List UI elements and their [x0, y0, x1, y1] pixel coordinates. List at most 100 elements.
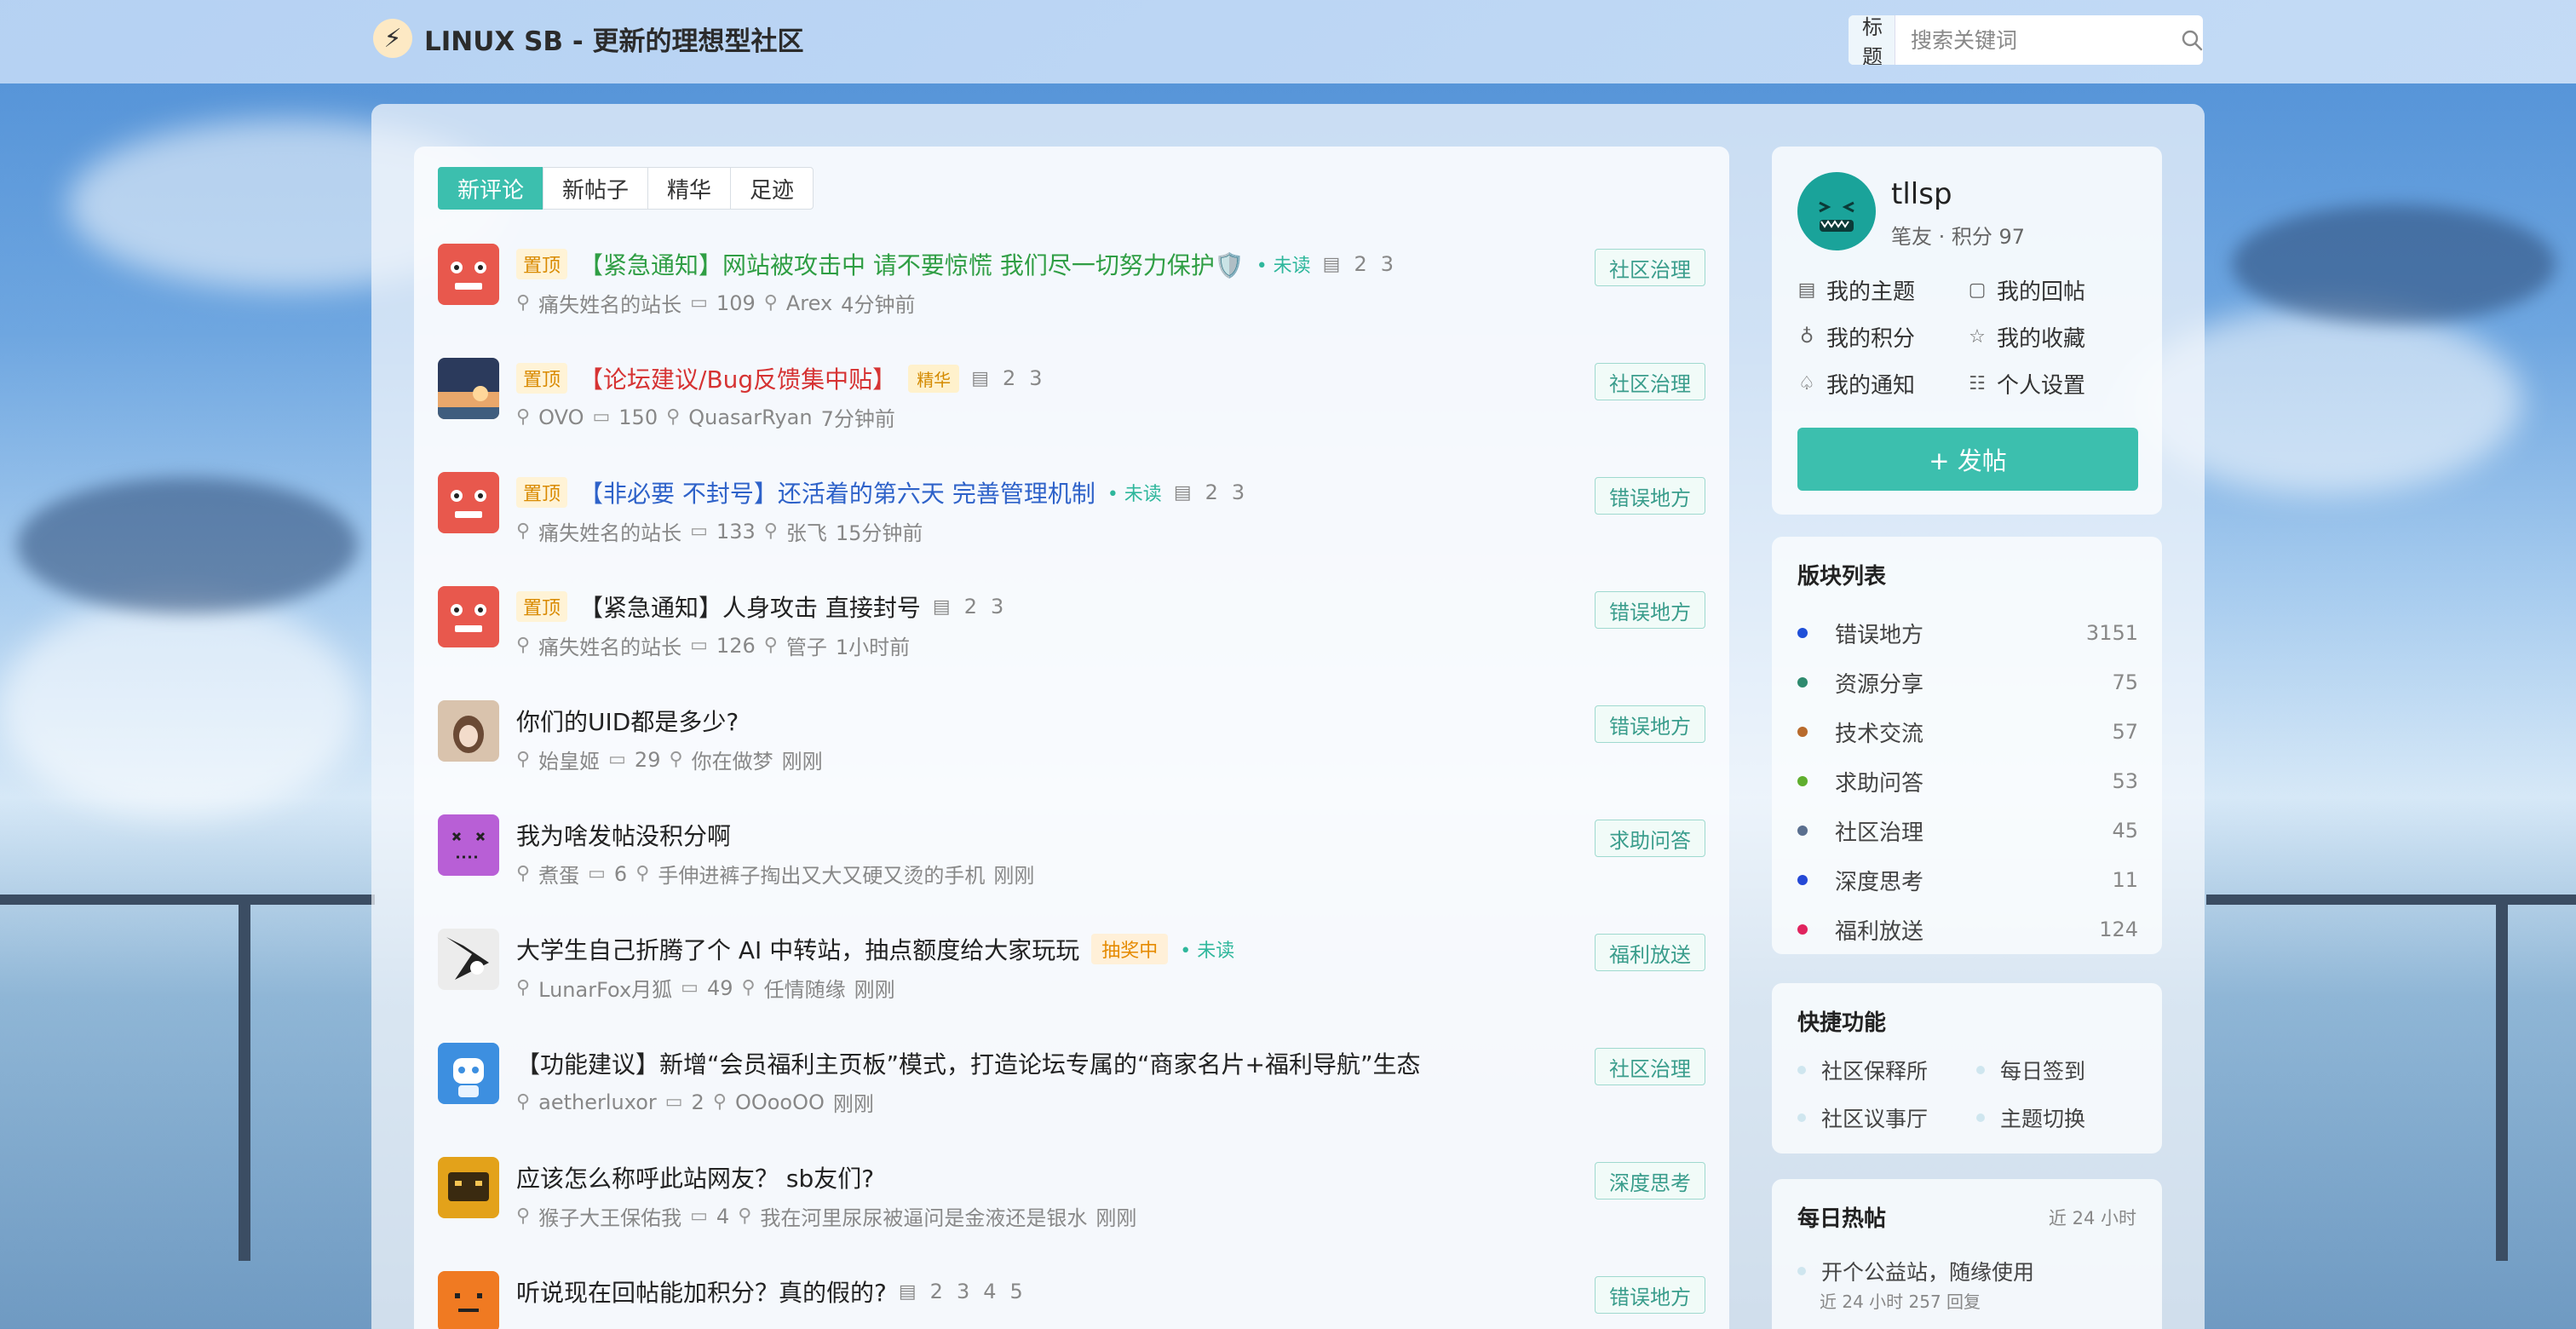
- page-link[interactable]: 3: [1232, 480, 1245, 504]
- thread-row[interactable]: 我为啥发帖没积分啊 ⚲ 煮蛋 ▭ 6 ⚲ 手伸进裤子掏出又大又硬又烫的手机 刚刚 求助问答: [438, 803, 1705, 917]
- author-name[interactable]: 煮蛋: [538, 859, 579, 889]
- hot-post-link[interactable]: 开个公益站，随缘使用: [1797, 1256, 2034, 1286]
- avatar[interactable]: [438, 1271, 499, 1329]
- tab-new-posts[interactable]: 新帖子: [543, 167, 649, 210]
- category-tag[interactable]: 错误地方: [1595, 1276, 1705, 1314]
- search-type-select[interactable]: 标题: [1849, 15, 1895, 65]
- avatar[interactable]: [438, 814, 499, 876]
- page-link[interactable]: 4: [983, 1280, 996, 1303]
- last-reply-user[interactable]: 张飞: [786, 516, 827, 546]
- my-notifications-link[interactable]: ♤ 我的通知: [1797, 368, 1968, 400]
- last-reply-user[interactable]: 你在做梦: [692, 745, 773, 774]
- avatar[interactable]: [438, 586, 499, 647]
- page-link[interactable]: 3: [1029, 366, 1042, 390]
- thread-title[interactable]: 【紧急通知】网站被攻击中 请不要惊慌 我们尽一切努力保护🛡️: [579, 247, 1245, 281]
- quick-item-council[interactable]: 社区议事厅: [1797, 1102, 1976, 1133]
- page-link[interactable]: 5: [1010, 1280, 1023, 1303]
- category-tag[interactable]: 社区治理: [1595, 1048, 1705, 1085]
- search-input[interactable]: [1895, 15, 2181, 65]
- my-topics-link[interactable]: ▤ 我的主题: [1797, 274, 1968, 306]
- new-post-button[interactable]: + 发帖: [1797, 428, 2138, 491]
- site-logo[interactable]: ⚡ LINUX SB - 更新的理想型社区: [373, 19, 804, 58]
- author-name[interactable]: 痛失姓名的站长: [538, 288, 681, 318]
- thread-row[interactable]: 你们的UID都是多少? ⚲ 始皇姬 ▭ 29 ⚲ 你在做梦 刚刚 错误地方: [438, 688, 1705, 803]
- tab-new-comments[interactable]: 新评论: [438, 167, 544, 210]
- category-tag[interactable]: 社区治理: [1595, 249, 1705, 286]
- author-name[interactable]: 猴子大王保佑我: [538, 1201, 681, 1231]
- avatar[interactable]: [438, 244, 499, 305]
- thread-title[interactable]: 我为啥发帖没积分啊: [516, 818, 731, 852]
- page-link[interactable]: 3: [957, 1280, 969, 1303]
- thread-row[interactable]: 置顶 【紧急通知】网站被攻击中 请不要惊慌 我们尽一切努力保护🛡️ • 未读 ▤ 2 3 ⚲…: [438, 232, 1705, 346]
- last-reply-user[interactable]: QuasarRyan: [688, 406, 812, 429]
- page-link[interactable]: 2: [1205, 480, 1218, 504]
- page-link[interactable]: 3: [991, 595, 1003, 618]
- page-link[interactable]: 2: [1354, 252, 1366, 276]
- avatar[interactable]: [438, 358, 499, 419]
- avatar[interactable]: [1797, 172, 1876, 250]
- thread-row[interactable]: 大学生自己折腾了个 AI 中转站，抽点额度给大家玩玩 抽奖中 • 未读 ⚲ LunarF…: [438, 917, 1705, 1031]
- board-item[interactable]: 福利放送 124: [1797, 905, 2138, 954]
- my-favorites-link[interactable]: ☆ 我的收藏: [1968, 321, 2138, 353]
- last-reply-user[interactable]: 我在河里尿尿被逼问是金液还是银水: [760, 1201, 1087, 1231]
- thread-row[interactable]: 应该怎么称呼此站网友？ sb友们? ⚲ 猴子大王保佑我 ▭ 4 ⚲ 我在河里尿尿被逼问是金液…: [438, 1145, 1705, 1259]
- author-name[interactable]: aetherluxor: [538, 1090, 657, 1114]
- thread-row[interactable]: 置顶 【非必要 不封号】还活着的第六天 完善管理机制 • 未读 ▤ 2 3 ⚲ 痛失姓名的站长…: [438, 460, 1705, 574]
- board-item[interactable]: 求助问答 53: [1797, 757, 2138, 806]
- thread-title[interactable]: 【论坛建议/Bug反馈集中贴】: [579, 361, 896, 395]
- page-link[interactable]: 2: [930, 1280, 943, 1303]
- thread-title[interactable]: 听说现在回帖能加积分？真的假的?: [516, 1274, 887, 1309]
- avatar[interactable]: [438, 1043, 499, 1104]
- page-link[interactable]: 2: [1003, 366, 1015, 390]
- my-replies-link[interactable]: ▢ 我的回帖: [1968, 274, 2138, 306]
- board-item[interactable]: 资源分享 75: [1797, 658, 2138, 707]
- author-name[interactable]: 始皇姬: [538, 745, 600, 774]
- thread-title[interactable]: 【功能建议】新增“会员福利主页板”模式，打造论坛专属的“商家名片+福利导航”生态: [516, 1046, 1421, 1080]
- quick-item-bail[interactable]: 社区保释所: [1797, 1055, 1976, 1085]
- tab-footprints[interactable]: 足迹: [730, 167, 814, 210]
- avatar[interactable]: [438, 472, 499, 533]
- avatar[interactable]: [438, 1157, 499, 1218]
- board-item[interactable]: 错误地方 3151: [1797, 608, 2138, 658]
- category-tag[interactable]: 福利放送: [1595, 934, 1705, 971]
- settings-link[interactable]: ☷ 个人设置: [1968, 368, 2138, 400]
- author-name[interactable]: OVO: [538, 406, 584, 429]
- thread-row[interactable]: 置顶 【紧急通知】人身攻击 直接封号 ▤ 2 3 ⚲ 痛失姓名的站长 ▭ 126 ⚲ 管子 1小时前 错…: [438, 574, 1705, 688]
- category-tag[interactable]: 社区治理: [1595, 363, 1705, 400]
- category-tag[interactable]: 错误地方: [1595, 477, 1705, 515]
- board-item[interactable]: 社区治理 45: [1797, 806, 2138, 855]
- author-name[interactable]: 痛失姓名的站长: [538, 630, 681, 660]
- thread-title[interactable]: 你们的UID都是多少?: [516, 704, 739, 738]
- site-title[interactable]: LINUX SB - 更新的理想型社区: [424, 20, 804, 58]
- thread-row[interactable]: 听说现在回帖能加积分？真的假的? ▤ 2 3 4 5 错误地方: [438, 1259, 1705, 1329]
- last-reply-user[interactable]: 任情随缘: [764, 973, 846, 1003]
- quick-item-theme[interactable]: 主题切换: [1976, 1102, 2138, 1133]
- author-name[interactable]: LunarFox月狐: [538, 973, 672, 1003]
- category-tag[interactable]: 求助问答: [1595, 820, 1705, 857]
- author-name[interactable]: 痛失姓名的站长: [538, 516, 681, 546]
- search-button[interactable]: [2181, 15, 2203, 65]
- board-item[interactable]: 技术交流 57: [1797, 707, 2138, 757]
- thread-row[interactable]: 【功能建议】新增“会员福利主页板”模式，打造论坛专属的“商家名片+福利导航”生态…: [438, 1031, 1705, 1145]
- page-link[interactable]: 3: [1381, 252, 1394, 276]
- my-points-link[interactable]: ♁ 我的积分: [1797, 321, 1968, 353]
- thread-title[interactable]: 【紧急通知】人身攻击 直接封号: [579, 590, 921, 624]
- category-tag[interactable]: 错误地方: [1595, 705, 1705, 743]
- tab-essence[interactable]: 精华: [647, 167, 732, 210]
- board-item[interactable]: 深度思考 11: [1797, 855, 2138, 905]
- avatar[interactable]: [438, 700, 499, 762]
- last-reply-user[interactable]: OOooOO: [735, 1090, 825, 1114]
- last-reply-user[interactable]: Arex: [786, 291, 832, 315]
- thread-title[interactable]: 【非必要 不封号】还活着的第六天 完善管理机制: [579, 475, 1095, 509]
- last-reply-user[interactable]: 手伸进裤子掏出又大又硬又烫的手机: [658, 859, 985, 889]
- thread-title[interactable]: 大学生自己折腾了个 AI 中转站，抽点额度给大家玩玩: [516, 932, 1079, 966]
- username[interactable]: tllsp: [1891, 177, 1952, 211]
- last-reply-user[interactable]: 管子: [786, 630, 827, 660]
- page-link[interactable]: 2: [964, 595, 977, 618]
- quick-item-checkin[interactable]: 每日签到: [1976, 1055, 2138, 1085]
- thread-row[interactable]: 置顶 【论坛建议/Bug反馈集中贴】 精华 ▤ 2 3 ⚲ OVO ▭ 150 ⚲ QuasarRya…: [438, 346, 1705, 460]
- category-tag[interactable]: 错误地方: [1595, 591, 1705, 629]
- avatar[interactable]: [438, 929, 499, 990]
- thread-title[interactable]: 应该怎么称呼此站网友？ sb友们?: [516, 1160, 874, 1194]
- category-tag[interactable]: 深度思考: [1595, 1162, 1705, 1200]
